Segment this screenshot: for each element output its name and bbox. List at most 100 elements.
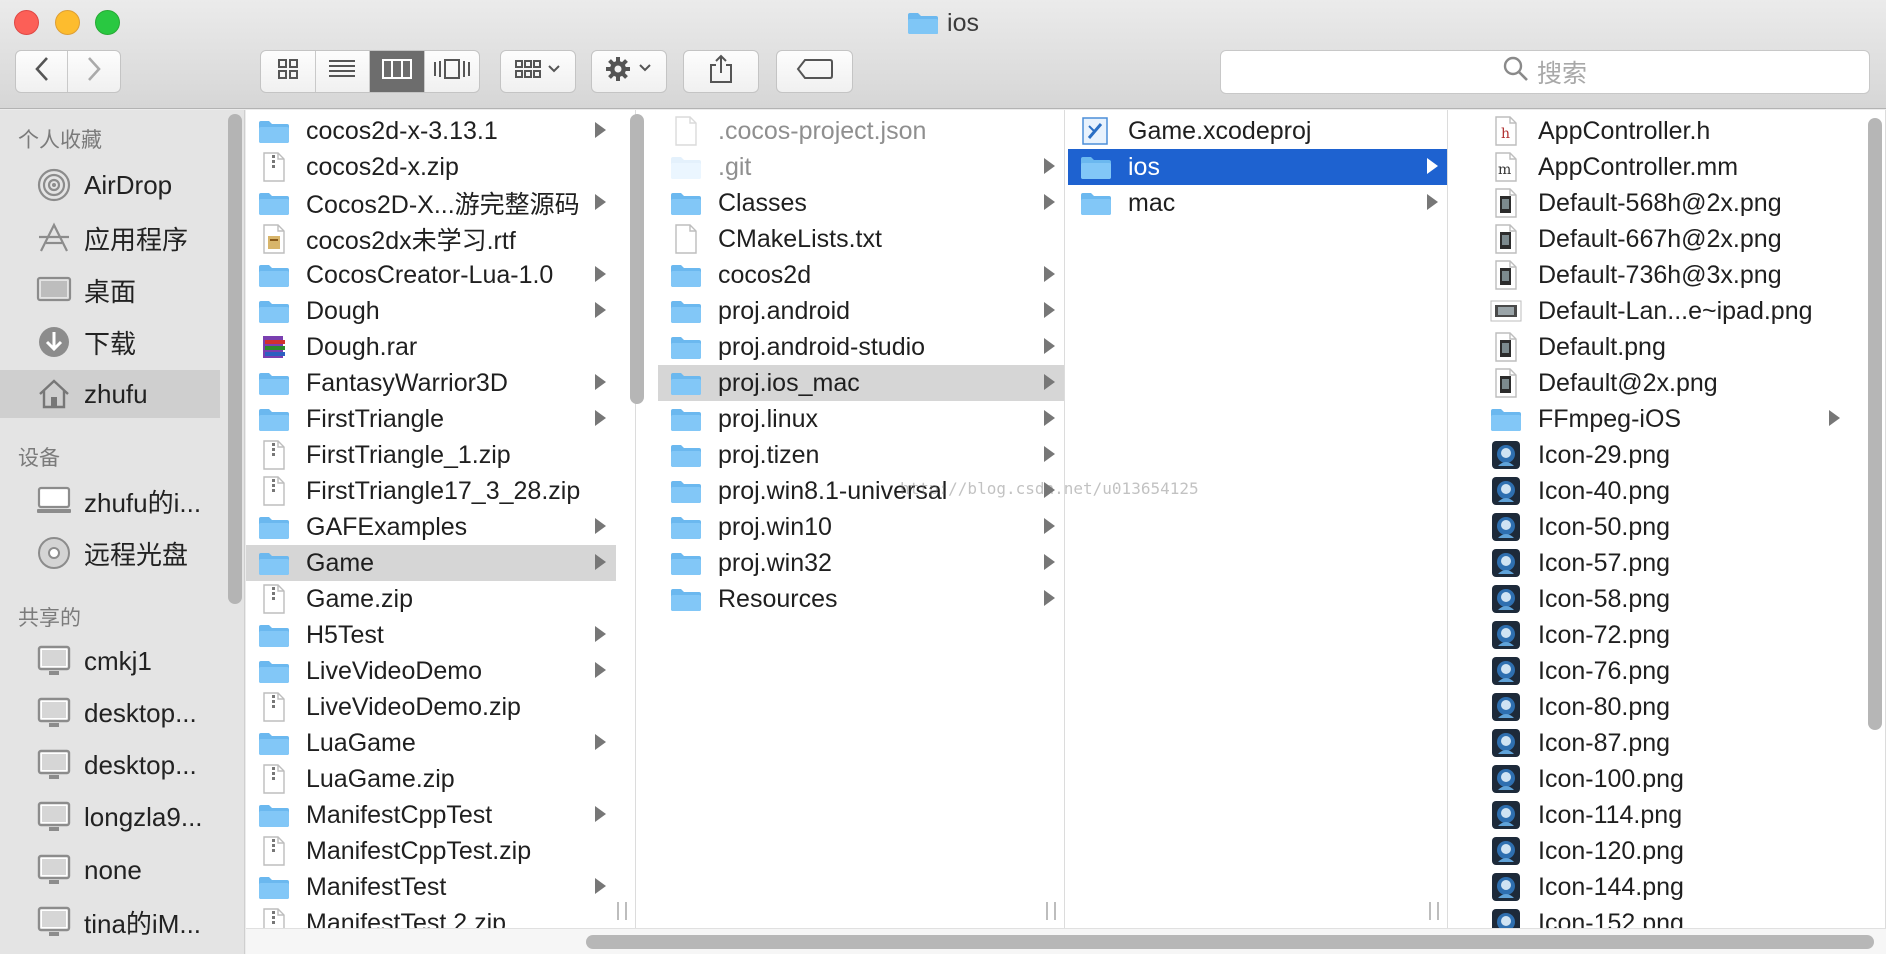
file-row[interactable]: Icon-152.png xyxy=(1478,905,1850,928)
file-row[interactable]: Cocos2D-X...游完整源码 xyxy=(246,185,616,221)
file-row[interactable]: Classes xyxy=(658,185,1064,221)
app-icon-image xyxy=(1488,440,1524,470)
file-row[interactable]: FFmpeg-iOS xyxy=(1478,401,1850,437)
file-row[interactable]: cocos2d-x.zip xyxy=(246,149,616,185)
column-view-button[interactable] xyxy=(370,51,425,92)
file-row[interactable]: Default-Lan...e~ipad.png xyxy=(1478,293,1850,329)
file-row[interactable]: Game.xcodeproj xyxy=(1068,113,1447,149)
file-row[interactable]: ManifestCppTest.zip xyxy=(246,833,616,869)
file-row[interactable]: Icon-80.png xyxy=(1478,689,1850,725)
horizontal-scrollbar[interactable] xyxy=(246,928,1886,954)
list-view-button[interactable] xyxy=(316,51,370,92)
sidebar-item[interactable]: tina的iM... xyxy=(0,898,220,946)
file-row[interactable]: LiveVideoDemo.zip xyxy=(246,689,616,725)
file-row[interactable]: Icon-144.png xyxy=(1478,869,1850,905)
sidebar-item[interactable]: desktop... xyxy=(0,689,220,737)
sidebar-item[interactable]: zhufu的i... xyxy=(0,477,220,525)
file-row[interactable]: Dough xyxy=(246,293,616,329)
file-row[interactable]: .git xyxy=(658,149,1064,185)
file-row[interactable]: Default@2x.png xyxy=(1478,365,1850,401)
folder-icon xyxy=(668,152,704,182)
file-row[interactable]: FantasyWarrior3D xyxy=(246,365,616,401)
file-row[interactable]: mac xyxy=(1068,185,1447,221)
column-scrollbar[interactable] xyxy=(1868,118,1882,730)
file-row[interactable]: proj.win32 xyxy=(658,545,1064,581)
file-row[interactable]: proj.android xyxy=(658,293,1064,329)
file-row[interactable]: LiveVideoDemo xyxy=(246,653,616,689)
file-row[interactable]: proj.linux xyxy=(658,401,1064,437)
file-row[interactable]: Default.png xyxy=(1478,329,1850,365)
file-row[interactable]: m AppController.mm xyxy=(1478,149,1850,185)
file-row[interactable]: cocos2d-x-3.13.1 xyxy=(246,113,616,149)
back-button[interactable] xyxy=(16,51,68,92)
sidebar-item[interactable]: 桌面 xyxy=(0,266,220,314)
share-button[interactable] xyxy=(683,50,759,93)
sidebar-item[interactable]: none xyxy=(0,846,220,894)
coverflow-view-button[interactable] xyxy=(425,51,480,92)
file-row[interactable]: Icon-50.png xyxy=(1478,509,1850,545)
arrange-button[interactable] xyxy=(500,50,576,93)
file-row[interactable]: Icon-87.png xyxy=(1478,725,1850,761)
file-row[interactable]: ManifestTest 2.zip xyxy=(246,905,616,928)
file-row[interactable]: cocos2d xyxy=(658,257,1064,293)
file-row[interactable]: Icon-72.png xyxy=(1478,617,1850,653)
file-row[interactable]: FirstTriangle_1.zip xyxy=(246,437,616,473)
sidebar-item[interactable]: AirDrop xyxy=(0,161,220,209)
sidebar-scrollbar[interactable] xyxy=(228,114,242,604)
file-row[interactable]: FirstTriangle17_3_28.zip xyxy=(246,473,616,509)
file-row[interactable]: Dough.rar xyxy=(246,329,616,365)
file-row[interactable]: Icon-120.png xyxy=(1478,833,1850,869)
file-name: Game.xcodeproj xyxy=(1128,116,1312,145)
file-row[interactable]: proj.win10 xyxy=(658,509,1064,545)
file-row[interactable]: Icon-114.png xyxy=(1478,797,1850,833)
file-row[interactable]: proj.ios_mac xyxy=(658,365,1064,401)
file-row[interactable]: Icon-57.png xyxy=(1478,545,1850,581)
file-row[interactable]: ManifestTest xyxy=(246,869,616,905)
search-field[interactable]: 搜索 xyxy=(1220,50,1870,94)
file-row[interactable]: Icon-76.png xyxy=(1478,653,1850,689)
action-menu-button[interactable] xyxy=(591,50,667,93)
column-resize-handle[interactable] xyxy=(617,902,627,920)
file-row[interactable]: Game xyxy=(246,545,616,581)
file-row[interactable]: H5Test xyxy=(246,617,616,653)
forward-button[interactable] xyxy=(68,51,120,92)
file-row[interactable]: Default-736h@3x.png xyxy=(1478,257,1850,293)
file-name: Icon-29.png xyxy=(1538,440,1671,469)
file-row[interactable]: .cocos-project.json xyxy=(658,113,1064,149)
file-row[interactable]: cocos2dx未学习.rtf xyxy=(246,221,616,257)
file-row[interactable]: CMakeLists.txt xyxy=(658,221,1064,257)
icon-view-button[interactable] xyxy=(261,51,316,92)
sidebar-item[interactable]: desktop... xyxy=(0,741,220,789)
file-row[interactable]: LuaGame.zip xyxy=(246,761,616,797)
file-row[interactable]: Icon-40.png xyxy=(1478,473,1850,509)
file-row[interactable]: FirstTriangle xyxy=(246,401,616,437)
sidebar-item[interactable]: 应用程序 xyxy=(0,214,220,262)
file-row[interactable]: LuaGame xyxy=(246,725,616,761)
file-row[interactable]: proj.tizen xyxy=(658,437,1064,473)
file-row[interactable]: CocosCreator-Lua-1.0 xyxy=(246,257,616,293)
column-resize-handle[interactable] xyxy=(1046,902,1056,920)
browser-column: .cocos-project.json .git Classes CMakeLists… xyxy=(658,110,1065,928)
file-row[interactable]: ManifestCppTest xyxy=(246,797,616,833)
file-row[interactable]: proj.android-studio xyxy=(658,329,1064,365)
file-row[interactable]: GAFExamples xyxy=(246,509,616,545)
file-row[interactable]: Icon-29.png xyxy=(1478,437,1850,473)
sidebar-item[interactable]: longzla9... xyxy=(0,793,220,841)
column-resize-handle[interactable] xyxy=(1429,902,1439,920)
sidebar-item[interactable]: cmkj1 xyxy=(0,637,220,685)
file-row[interactable]: Default-568h@2x.png xyxy=(1478,185,1850,221)
tags-button[interactable] xyxy=(776,50,853,93)
sidebar-item[interactable]: 远程光盘 xyxy=(0,529,220,577)
file-row[interactable]: Default-667h@2x.png xyxy=(1478,221,1850,257)
file-row[interactable]: Resources xyxy=(658,581,1064,617)
column-scrollbar[interactable] xyxy=(630,114,644,404)
file-row[interactable]: Icon-58.png xyxy=(1478,581,1850,617)
sidebar-item[interactable]: 下载 xyxy=(0,318,220,366)
sidebar-item[interactable]: zhufu xyxy=(0,370,220,418)
file-row[interactable]: Game.zip xyxy=(246,581,616,617)
file-name: proj.linux xyxy=(718,404,819,433)
file-row[interactable]: Icon-100.png xyxy=(1478,761,1850,797)
file-row[interactable]: ios xyxy=(1068,149,1447,185)
horizontal-scroll-thumb[interactable] xyxy=(586,935,1874,949)
file-row[interactable]: h AppController.h xyxy=(1478,113,1850,149)
